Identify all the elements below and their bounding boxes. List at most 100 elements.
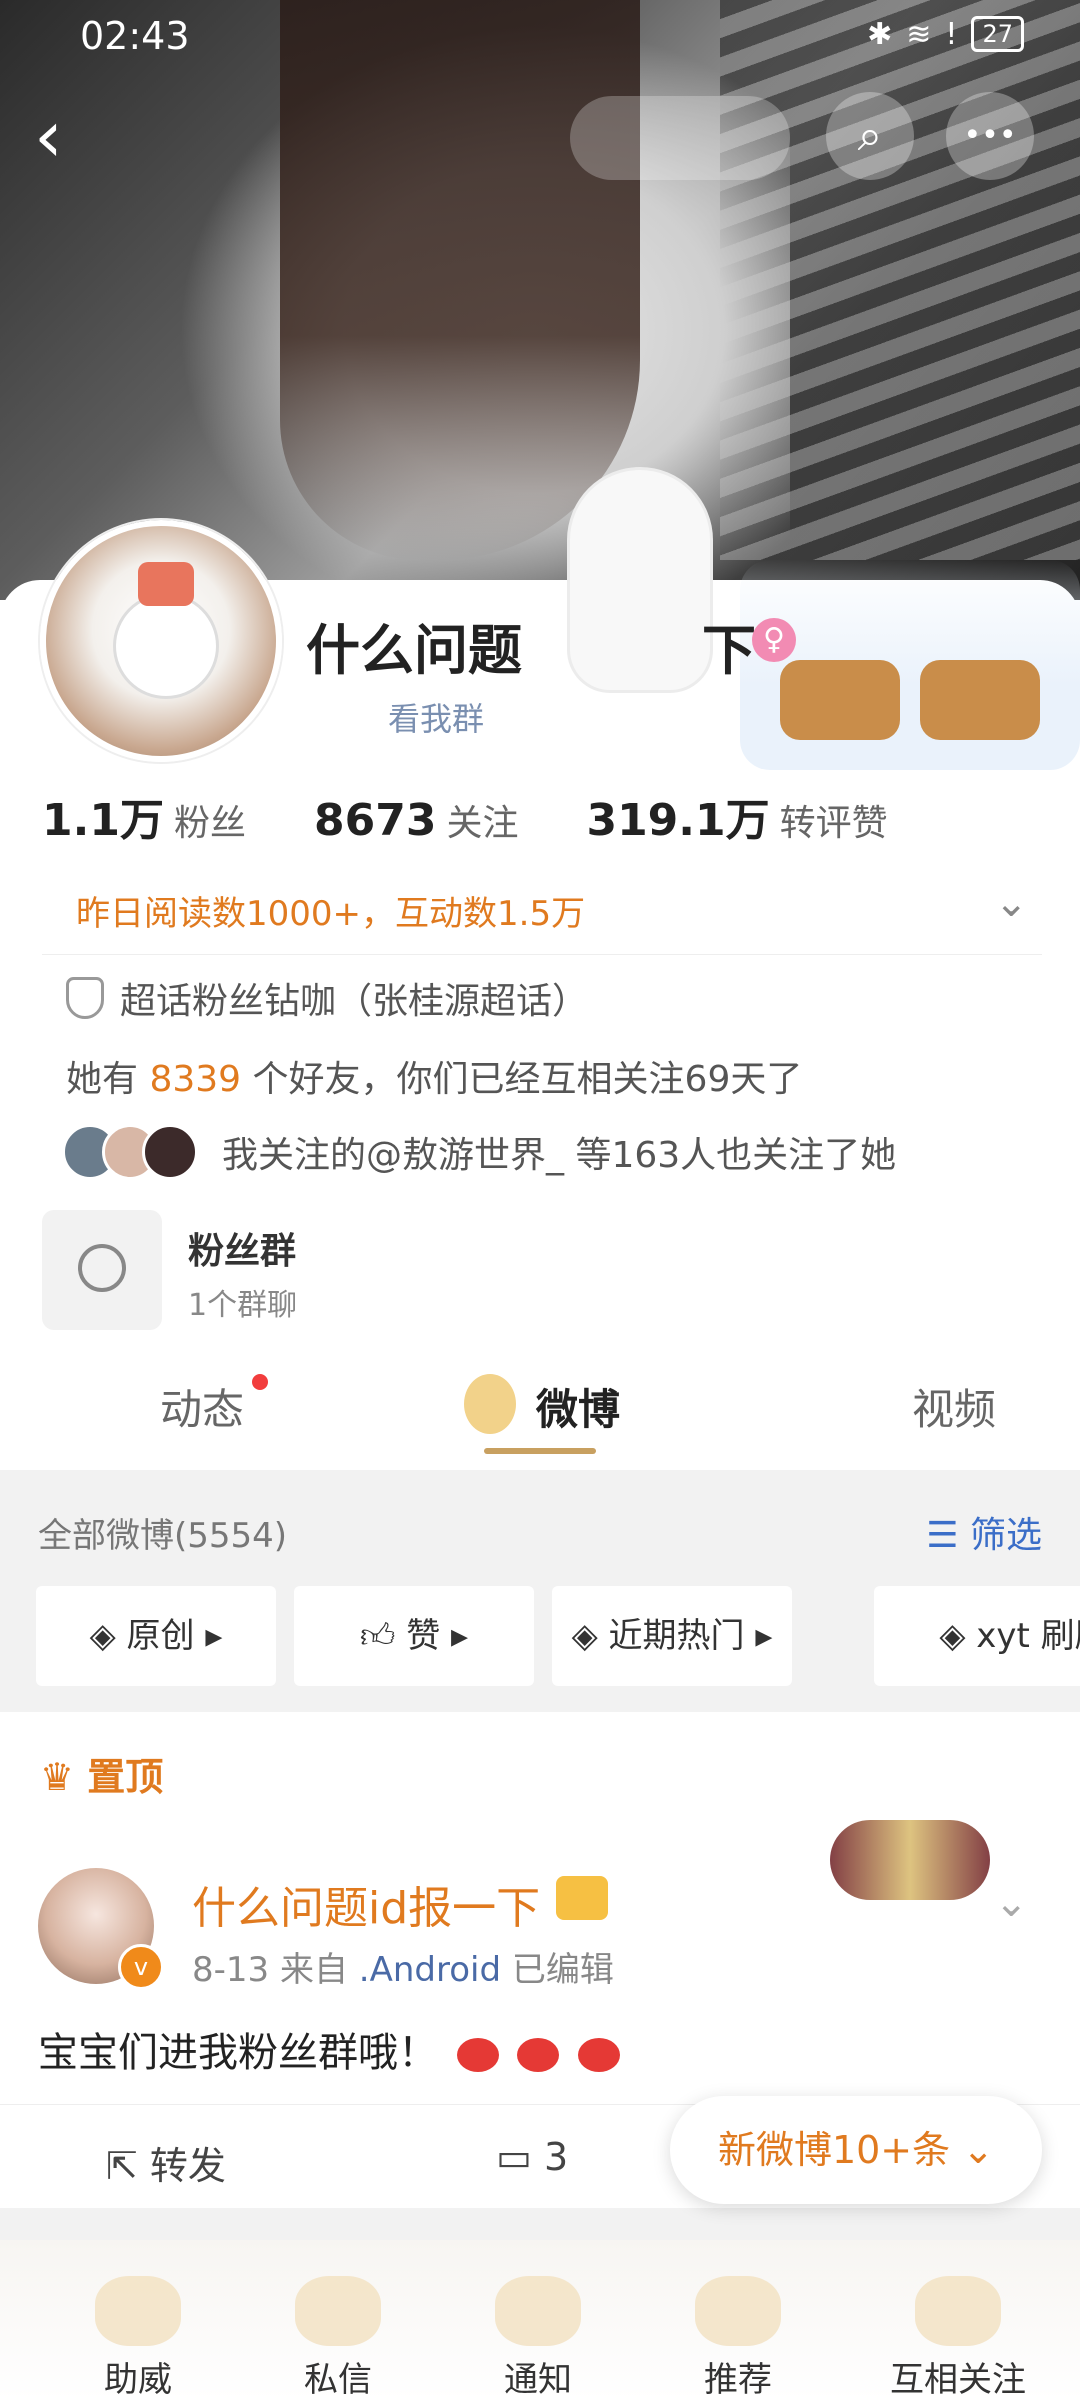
profile-avatar[interactable] — [40, 520, 282, 762]
post-meta: 8-13 来自 .Android 已编辑 — [192, 1942, 614, 1991]
tab-video[interactable]: 视频 — [912, 1376, 996, 1437]
more-button[interactable]: ••• — [946, 92, 1034, 180]
tab-weibo[interactable]: 微博 — [536, 1376, 620, 1437]
nav-notifications-label: 通知 — [504, 2360, 572, 2400]
super-topic-text: 超话粉丝钻咖（张桂源超话） — [120, 981, 589, 1022]
group-subtitle: 1个群聊 — [188, 1288, 298, 1323]
cover-photo — [0, 0, 1080, 600]
verified-badge-icon: v — [118, 1944, 164, 1990]
filter-button[interactable]: ☰ 筛选 — [926, 1506, 1042, 1558]
nav-notifications[interactable]: 通知 — [458, 2276, 618, 2401]
active-tab-underline — [484, 1448, 596, 1454]
nav-messages-label: 私信 — [304, 2360, 372, 2400]
post-source[interactable]: .Android — [359, 1950, 501, 1990]
layers-icon: ◈ — [571, 1616, 609, 1656]
chip-recent-hot[interactable]: ◈ 近期热门 ▸ — [552, 1586, 792, 1686]
wifi-icon: ≋ — [906, 16, 932, 52]
notification-dot — [252, 1374, 268, 1390]
likes-label: 转评赞 — [779, 803, 888, 844]
vip-crown-icon — [556, 1876, 608, 1920]
pinned-label-text: 置顶 — [87, 1755, 164, 1799]
profile-name: 什么问题 下 — [306, 606, 756, 685]
group-title: 粉丝群 — [188, 1231, 297, 1272]
snowman-decoration — [116, 596, 216, 696]
book-icon — [695, 2276, 781, 2346]
super-topic-row[interactable]: 超话粉丝钻咖（张桂源超话） — [66, 972, 588, 1024]
post-from: 来自 — [279, 1950, 348, 1990]
profile-tabs: 动态 微博 视频 — [0, 1356, 1080, 1466]
back-button[interactable]: ‹ — [34, 96, 94, 176]
filter-icon: ☰ — [926, 1515, 970, 1556]
shield-icon — [66, 977, 104, 1019]
followers-label[interactable]: 粉丝 — [174, 803, 246, 844]
nav-recommend-label: 推荐 — [704, 2360, 772, 2400]
comment-icon: ▭ — [496, 2135, 544, 2179]
arrow-right-icon: ▸ — [440, 1616, 469, 1656]
chip-xyt-label: xyt 刷刷 — [976, 1616, 1080, 1656]
pinned-label: ♛ 置顶 — [40, 1746, 163, 1801]
thumb-up-icon: 👍︎ — [359, 1616, 407, 1656]
nav-cheer[interactable]: 助威 — [58, 2276, 218, 2401]
layers-icon: ◈ — [939, 1616, 977, 1656]
umbrella-icon — [915, 2276, 1001, 2346]
snowman-hat-decoration — [138, 562, 194, 606]
profile-name-head: 什么问题 — [306, 619, 522, 682]
friends-row: 她有 8339 个好友，你们已经互相关注69天了 — [66, 1050, 802, 1102]
layers-icon: ◈ — [89, 1616, 127, 1656]
following-label[interactable]: 关注 — [446, 803, 518, 844]
alert-icon: ! — [945, 16, 958, 52]
followers-count[interactable]: 1.1万 — [42, 795, 164, 846]
fan-group-row[interactable]: 粉丝群 1个群聊 — [42, 1210, 1042, 1330]
new-posts-button[interactable]: 新微博10+条 ⌄ — [670, 2096, 1042, 2204]
post-author-name[interactable]: 什么问题id报一下 — [192, 1872, 540, 1936]
read-stats: 昨日阅读数1000+，互动数1.5万 — [76, 894, 586, 934]
friends-count[interactable]: 8339 — [149, 1059, 241, 1100]
key-icon — [464, 1374, 516, 1434]
train-car-decoration — [920, 660, 1040, 740]
chip-likes[interactable]: 👍︎ 赞 ▸ — [294, 1586, 534, 1686]
chevron-down-icon[interactable]: ⌄ — [994, 880, 1028, 926]
avatar — [142, 1124, 198, 1180]
nav-messages[interactable]: 私信 — [258, 2276, 418, 2401]
nav-recommend[interactable]: 推荐 — [658, 2276, 818, 2401]
group-icon — [42, 1210, 162, 1330]
comment-button[interactable]: ▭ 3 — [496, 2135, 568, 2179]
repost-label: 转发 — [149, 2144, 226, 2188]
search-button[interactable]: ⌕ — [826, 92, 914, 180]
arrow-right-icon: ▸ — [194, 1616, 223, 1656]
train-sticker-decoration — [740, 560, 1080, 770]
train-car-decoration — [780, 660, 900, 740]
filter-chips: ◈ 原创 ▸ 👍︎ 赞 ▸ ◈ 近期热门 ▸ ◈ xyt 刷刷 — [36, 1586, 1080, 1686]
mutual-follow-row[interactable]: 我关注的@敖游世界_ 等163人也关注了她 — [62, 1124, 896, 1180]
profile-stats: 1.1万 粉丝 8673 关注 319.1万 转评赞 — [42, 784, 942, 848]
chip-xyt[interactable]: ◈ xyt 刷刷 — [874, 1586, 1080, 1686]
cover-hair — [280, 0, 640, 560]
bottom-nav: 助威 私信 通知 推荐 互相关注 — [0, 2240, 1080, 2400]
mutual-follow-text: 我关注的@敖游世界_ 等163人也关注了她 — [222, 1135, 897, 1176]
likes-count: 319.1万 — [586, 795, 770, 846]
all-weibo-count: 全部微博(5554) — [38, 1516, 288, 1556]
eye-emoji-icon — [456, 2038, 499, 2072]
profile-name-tail: 下 — [702, 619, 756, 682]
crown-icon: ♛ — [40, 1755, 88, 1799]
repost-button[interactable]: ⇱ 转发 — [106, 2135, 226, 2190]
post-date: 8-13 — [192, 1950, 270, 1990]
status-bar: 02:43 ✱ ≋ ! 27 — [0, 0, 1080, 72]
post-menu-chevron-icon[interactable]: ⌄ — [994, 1880, 1028, 1926]
eye-emoji-icon — [517, 2038, 560, 2072]
visitor-pill-button[interactable] — [570, 96, 790, 180]
share-icon: ⇱ — [106, 2144, 150, 2188]
message-icon — [295, 2276, 381, 2346]
nav-mutual-follow-label: 互相关注 — [890, 2360, 1026, 2400]
divider — [42, 954, 1042, 955]
tab-dynamics[interactable]: 动态 — [160, 1376, 244, 1437]
status-time: 02:43 — [80, 14, 190, 58]
following-count[interactable]: 8673 — [314, 795, 436, 846]
group-link[interactable]: 看我群 — [388, 694, 484, 740]
comment-count: 3 — [543, 2135, 569, 2179]
chip-original[interactable]: ◈ 原创 ▸ — [36, 1586, 276, 1686]
bluetooth-icon: ✱ — [867, 16, 893, 52]
nav-mutual-follow[interactable]: 互相关注 — [858, 2276, 1058, 2401]
arrow-right-icon: ▸ — [744, 1616, 773, 1656]
friends-suffix: 个好友，你们已经互相关注69天了 — [252, 1059, 803, 1100]
